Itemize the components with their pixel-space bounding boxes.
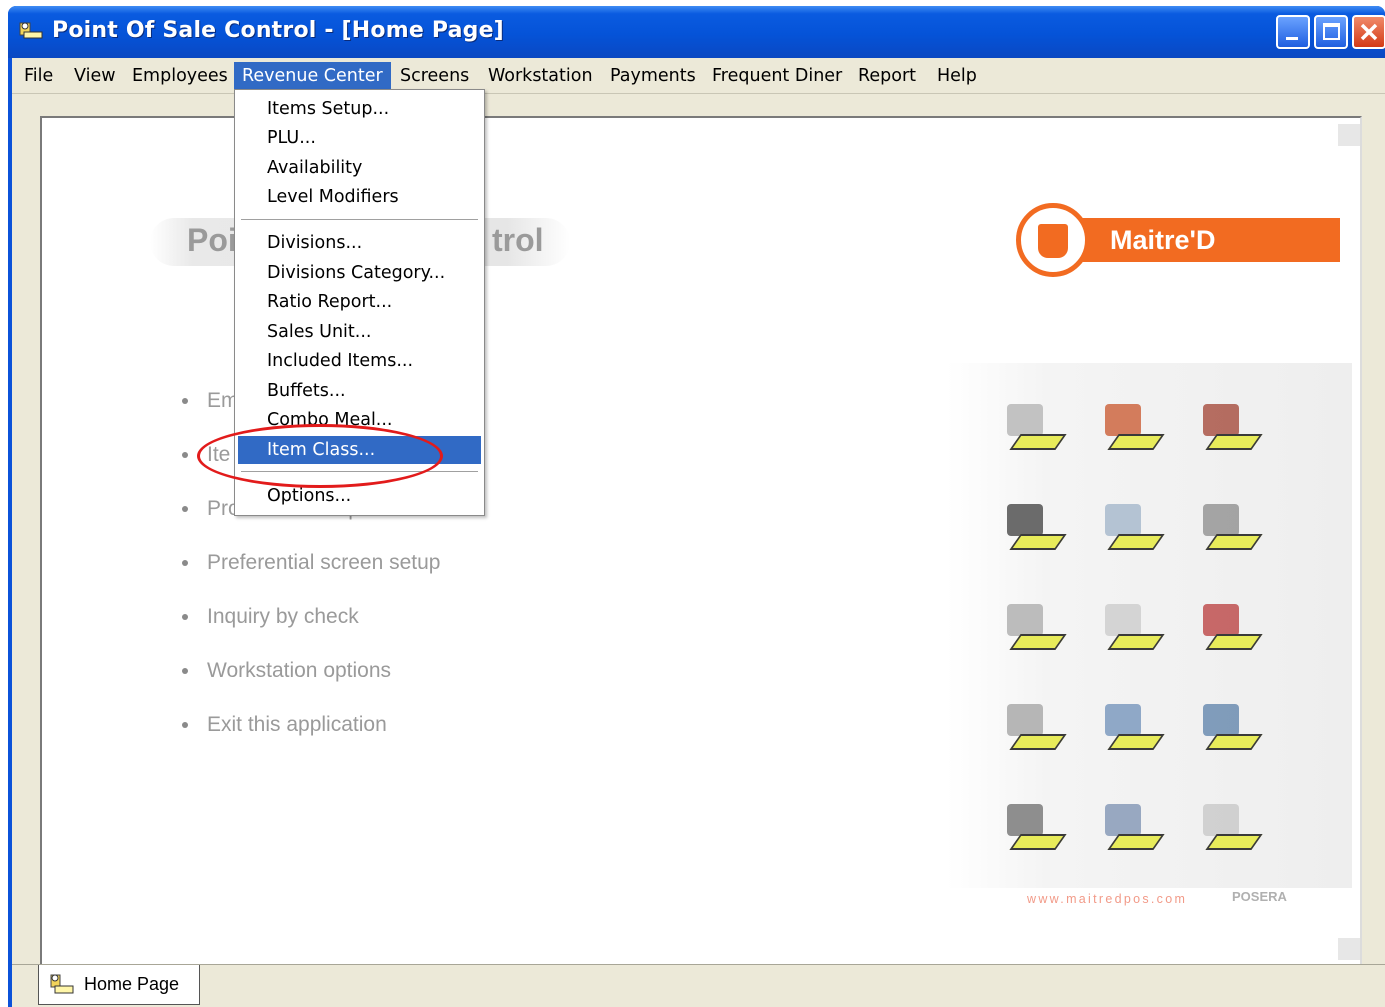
- menu-bar: File View Employees Revenue Center Scree…: [12, 58, 1385, 94]
- app-icon: [19, 22, 43, 39]
- website-link[interactable]: www.maitredpos.com: [1027, 892, 1187, 906]
- menuitem-included-items[interactable]: Included Items...: [238, 347, 481, 375]
- menuitem-sales-unit[interactable]: Sales Unit...: [238, 318, 481, 346]
- close-icon: [1360, 23, 1378, 41]
- menu-workstation[interactable]: Workstation: [480, 62, 601, 91]
- maitred-logo-icon: [1016, 203, 1090, 277]
- house-icon[interactable]: [1095, 398, 1169, 464]
- maximize-button[interactable]: [1314, 15, 1348, 49]
- client-area: File View Employees Revenue Center Scree…: [12, 58, 1385, 1007]
- printer-icon[interactable]: [1095, 798, 1169, 864]
- receipt-roll-icon[interactable]: [1095, 598, 1169, 664]
- menuitem-availability[interactable]: Availability: [238, 154, 481, 182]
- workstation-icon[interactable]: [1193, 498, 1267, 564]
- minimize-icon: [1286, 37, 1298, 40]
- app-window: Point Of Sale Control - [Home Page] File…: [8, 6, 1385, 1007]
- maximize-icon: [1323, 23, 1340, 40]
- chart-icon[interactable]: [1095, 698, 1169, 764]
- menuitem-buffets[interactable]: Buffets...: [238, 377, 481, 405]
- title-bar[interactable]: Point Of Sale Control - [Home Page]: [8, 6, 1385, 58]
- home-page-icon: [50, 974, 74, 994]
- menu-payments[interactable]: Payments: [602, 62, 704, 91]
- menu-view[interactable]: View: [66, 62, 124, 91]
- currency-icon[interactable]: [997, 698, 1071, 764]
- home-link-exit[interactable]: Exit this application: [177, 712, 440, 766]
- network-icon[interactable]: [997, 798, 1071, 864]
- help-icon[interactable]: [1193, 798, 1267, 864]
- tab-home-page[interactable]: Home Page: [38, 965, 200, 1005]
- pos-logo-text: POSERA: [1232, 889, 1287, 904]
- home-link-workstation-options[interactable]: Workstation options: [177, 658, 440, 712]
- minimize-button[interactable]: [1276, 15, 1310, 49]
- books-icon[interactable]: [1193, 598, 1267, 664]
- tab-label: Home Page: [84, 974, 180, 994]
- page-title-right: trol: [492, 222, 544, 258]
- menuitem-plu[interactable]: PLU...: [238, 124, 481, 152]
- reports-icon[interactable]: [1193, 698, 1267, 764]
- keyboard-icon[interactable]: [997, 498, 1071, 564]
- menu-revenue-center[interactable]: Revenue Center: [234, 62, 391, 91]
- home-link-preferential-screen[interactable]: Preferential screen setup: [177, 550, 440, 604]
- home-link-inquiry-by-check[interactable]: Inquiry by check: [177, 604, 440, 658]
- menuitem-ratio-report[interactable]: Ratio Report...: [238, 288, 481, 316]
- transfer-icon[interactable]: [1095, 498, 1169, 564]
- menuitem-items-setup[interactable]: Items Setup...: [238, 95, 481, 123]
- menu-report[interactable]: Report: [850, 62, 924, 91]
- menu-employees[interactable]: Employees: [124, 62, 236, 91]
- payments-icon[interactable]: [997, 598, 1071, 664]
- menu-separator: [241, 219, 478, 221]
- menu-frequent-diner[interactable]: Frequent Diner: [704, 62, 850, 91]
- menuitem-divisions[interactable]: Divisions...: [238, 229, 481, 257]
- window-tabs: Home Page: [12, 964, 1385, 1007]
- menu-help[interactable]: Help: [929, 62, 985, 91]
- chef-icon[interactable]: [1193, 398, 1267, 464]
- scroll-up-arrow[interactable]: [1338, 124, 1360, 146]
- brand-name: Maitre'D: [1110, 225, 1216, 255]
- window-title: Point Of Sale Control - [Home Page]: [52, 18, 504, 43]
- menuitem-divisions-category[interactable]: Divisions Category...: [238, 259, 481, 287]
- close-button[interactable]: [1352, 15, 1385, 49]
- menu-screens[interactable]: Screens: [392, 62, 477, 91]
- user-settings-icon[interactable]: [997, 398, 1071, 464]
- annotation-circle: [197, 424, 443, 488]
- page-title-left: Poi: [187, 222, 237, 258]
- menu-file[interactable]: File: [16, 62, 61, 91]
- menuitem-level-modifiers[interactable]: Level Modifiers: [238, 183, 481, 211]
- scroll-down-arrow[interactable]: [1338, 938, 1360, 960]
